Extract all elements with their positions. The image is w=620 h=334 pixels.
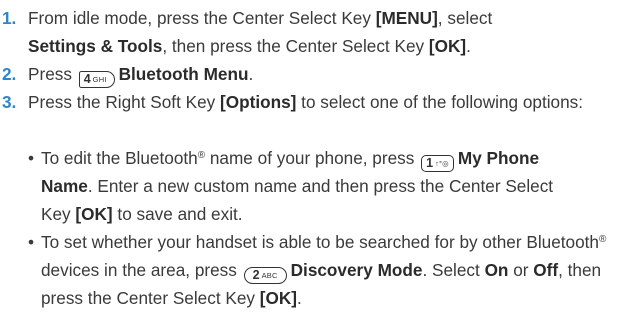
bullet-text: To set whether your handset is able to b…: [41, 232, 607, 308]
bullet-dot: •: [28, 232, 35, 252]
step-text: Press 4 GHI Bluetooth Menu.: [28, 64, 254, 88]
step-3: 3. Press the Right Soft Key [Options] to…: [0, 88, 608, 116]
bullet-dot: •: [28, 148, 35, 168]
instructions-page: 1. From idle mode, press the Center Sele…: [0, 0, 620, 334]
step-number: 3.: [2, 92, 17, 112]
step-text: Press the Right Soft Key [Options] to se…: [28, 92, 584, 112]
discovery-mode-label: Discovery Mode: [290, 260, 423, 280]
step-2: 2. Press 4 GHI Bluetooth Menu.: [0, 60, 608, 88]
options-key-label: [Options]: [220, 92, 297, 112]
key-2-icon: 2 ABC: [243, 267, 287, 284]
menu-key-label: [MENU]: [375, 8, 438, 28]
ok-key-label: [OK]: [428, 36, 467, 56]
option-bullet-discovery-mode: • To set whether your handset is able to…: [28, 228, 608, 312]
off-label: Off: [533, 260, 559, 280]
key-1-icon: 1 ↑ᐤ◎: [421, 155, 454, 172]
option-bullet-phone-name: • To edit the Bluetooth® name of your ph…: [28, 144, 608, 228]
step-text: From idle mode, press the Center Select …: [28, 8, 493, 56]
step-1: 1. From idle mode, press the Center Sele…: [0, 4, 608, 60]
bullet-text: To edit the Bluetooth® name of your phon…: [41, 148, 554, 224]
ok-key-label: [OK]: [259, 288, 298, 308]
bluetooth-menu-label: Bluetooth Menu: [118, 64, 249, 84]
ok-key-label: [OK]: [75, 204, 113, 224]
settings-tools-label: Settings & Tools: [28, 36, 163, 56]
key-4-icon: 4 GHI: [78, 71, 115, 88]
step-number: 1.: [2, 8, 17, 28]
on-label: On: [484, 260, 509, 280]
step-number: 2.: [2, 64, 17, 84]
